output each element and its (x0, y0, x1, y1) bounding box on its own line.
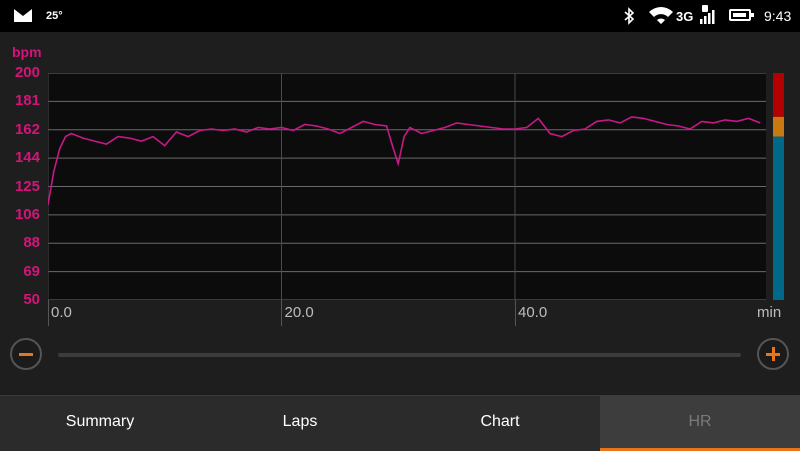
x-tick-mark (48, 300, 49, 326)
hr-zone-segment (773, 73, 784, 117)
zoom-out-button[interactable] (10, 338, 42, 370)
x-tick-mark (281, 300, 283, 326)
y-tick-label: 200 (14, 64, 40, 81)
hr-zone-segment (773, 116, 784, 137)
tab-hr[interactable]: HR (600, 396, 800, 451)
tab-laps[interactable]: Laps (200, 396, 400, 451)
y-tick-label: 106 (14, 205, 40, 223)
hr-zone-bar (773, 73, 784, 300)
y-tick-label: 88 (23, 234, 40, 252)
y-tick-label: 69 (23, 262, 40, 280)
y-tick-label: 181 (14, 92, 40, 110)
y-tick-label: 50 (23, 291, 40, 308)
plot-area[interactable] (47, 72, 766, 301)
hr-line-plot (47, 72, 766, 301)
y-tick-label: 125 (14, 177, 40, 195)
y-axis-label: bpm (12, 44, 42, 60)
x-tick-mark (514, 300, 516, 326)
zoom-slider[interactable] (58, 353, 741, 357)
y-tick-label: 144 (14, 149, 40, 167)
y-tick-label: 162 (14, 120, 40, 138)
x-tick-label: 40.0 (517, 304, 548, 321)
tab-chart[interactable]: Chart (400, 396, 600, 451)
x-tick-label: 0.0 (51, 304, 72, 321)
tab-bar: Summary Laps Chart HR (0, 395, 800, 451)
zoom-in-button[interactable] (757, 338, 789, 370)
x-tick-label: 20.0 (284, 304, 314, 321)
x-axis-label: min (757, 304, 782, 321)
heart-rate-chart[interactable]: bpm 200 181 162 144 125 106 88 69 50 0.0 20.0 40.0… (0, 0, 800, 332)
tab-summary[interactable]: Summary (0, 396, 200, 451)
hr-zone-segment (773, 136, 784, 300)
